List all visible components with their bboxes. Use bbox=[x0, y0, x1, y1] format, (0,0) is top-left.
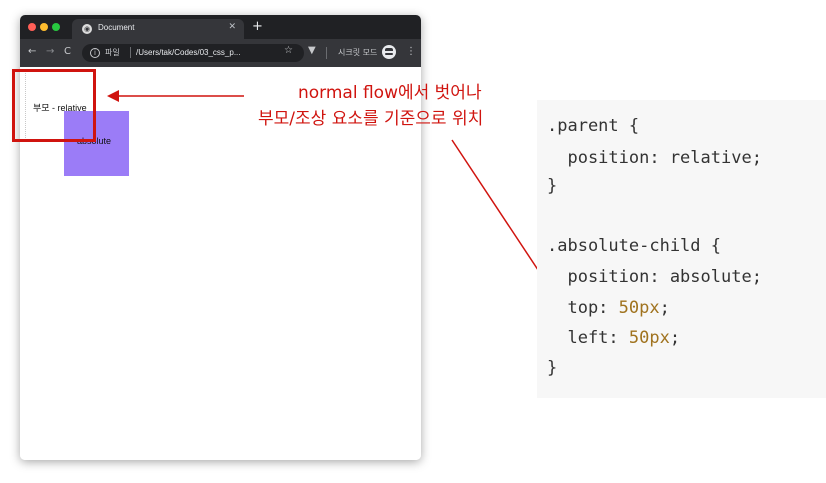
code-line: position: absolute; bbox=[547, 267, 762, 287]
bookmark-star-icon[interactable]: ☆ bbox=[284, 45, 293, 56]
code-property: left: bbox=[547, 328, 629, 348]
tab-title: Document bbox=[98, 23, 135, 32]
code-line: .absolute-child { bbox=[547, 236, 721, 256]
code-line: position: relative; bbox=[547, 148, 762, 168]
minimize-window-button[interactable] bbox=[40, 23, 48, 31]
code-semicolon: ; bbox=[659, 298, 670, 318]
globe-icon: ◉ bbox=[82, 24, 92, 34]
url-text[interactable]: /Users/tak/Codes/03_css_p... bbox=[136, 48, 241, 57]
new-tab-button[interactable]: + bbox=[252, 19, 263, 34]
back-button[interactable]: ← bbox=[28, 46, 36, 57]
code-number: 50px bbox=[628, 328, 670, 348]
toolbar-divider bbox=[326, 47, 327, 59]
code-line: } bbox=[547, 358, 558, 378]
code-property: top: bbox=[547, 298, 619, 318]
incognito-icon[interactable] bbox=[382, 45, 396, 59]
browser-toolbar: ← → C i 파일 /Users/tak/Codes/03_css_p... … bbox=[20, 39, 421, 67]
scheme-label: 파일 bbox=[105, 48, 120, 57]
annotation-caption-line2: 부모/조상 요소를 기준으로 위치 bbox=[258, 109, 484, 129]
code-panel: .parent { position: relative; } .absolut… bbox=[537, 100, 826, 398]
code-line: } bbox=[547, 176, 558, 196]
forward-button[interactable]: → bbox=[46, 46, 54, 57]
address-bar[interactable]: i 파일 /Users/tak/Codes/03_css_p... bbox=[82, 44, 304, 62]
tab-bar: ◉ Document ✕ + bbox=[20, 15, 421, 39]
reload-button[interactable]: C bbox=[64, 46, 71, 57]
url-separator bbox=[130, 47, 131, 58]
code-line-top: top: 50px; bbox=[547, 298, 670, 318]
code-line-left: left: 50px; bbox=[547, 328, 680, 348]
code-line: .parent { bbox=[547, 116, 640, 136]
close-window-button[interactable] bbox=[28, 23, 36, 31]
annotation-caption-line1: normal flow에서 벗어나 bbox=[298, 83, 482, 103]
arrow-to-code bbox=[451, 139, 552, 291]
tab-document[interactable]: ◉ Document ✕ bbox=[72, 19, 244, 39]
code-semicolon: ; bbox=[669, 328, 681, 348]
close-icon[interactable]: ✕ bbox=[228, 22, 236, 32]
code-number: 50px bbox=[618, 298, 660, 318]
highlight-rectangle bbox=[12, 69, 96, 142]
maximize-window-button[interactable] bbox=[52, 23, 60, 31]
info-icon[interactable]: i bbox=[90, 48, 100, 58]
extension-icon[interactable]: ▼ bbox=[308, 45, 316, 56]
menu-icon[interactable]: ⋮ bbox=[406, 46, 416, 57]
incognito-label: 시크릿 모드 bbox=[338, 48, 378, 57]
